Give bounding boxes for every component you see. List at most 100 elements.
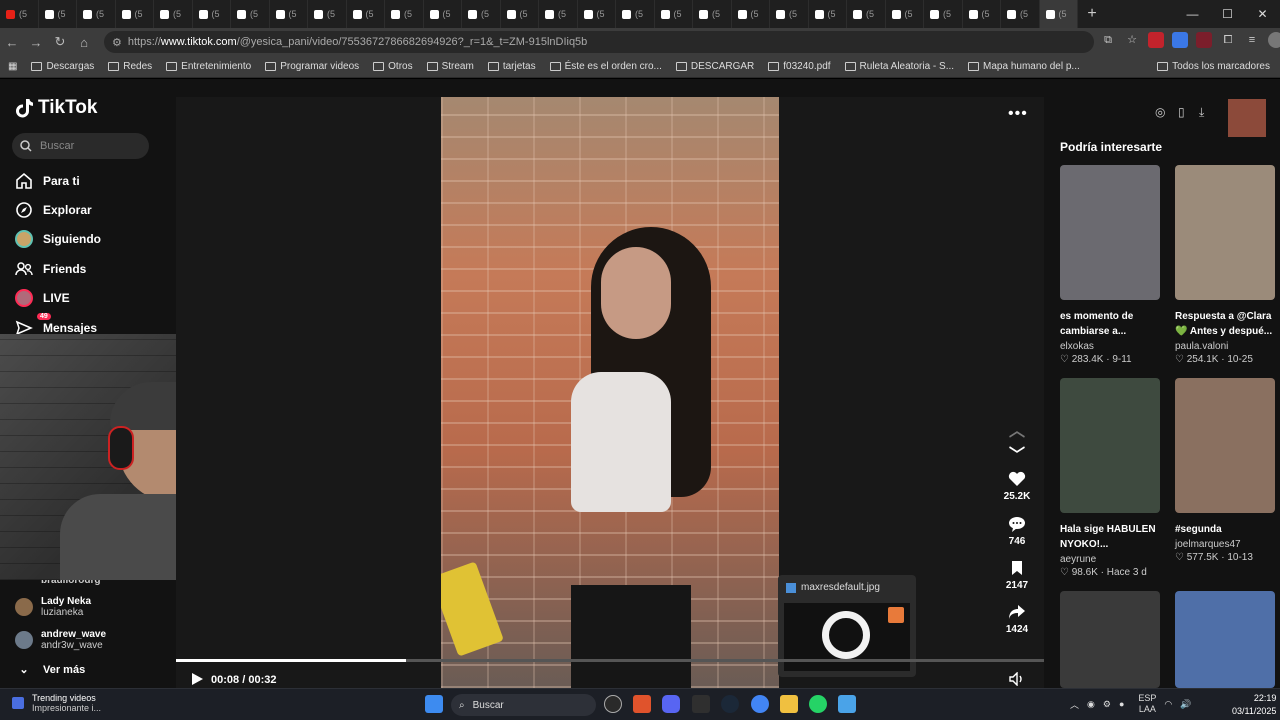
recommendation-card[interactable] xyxy=(1175,591,1275,688)
back-icon[interactable]: ← xyxy=(0,35,24,50)
nav-explorar[interactable]: Explorar xyxy=(15,201,92,219)
photos-icon[interactable] xyxy=(838,695,856,713)
discord-icon[interactable] xyxy=(662,695,680,713)
browser-tab[interactable]: (5 xyxy=(809,0,847,28)
browser-tab[interactable]: (5 xyxy=(924,0,963,28)
browser-tab[interactable]: (5 xyxy=(154,0,193,28)
site-info-icon[interactable]: ⚙ xyxy=(112,36,122,49)
browser-tab[interactable]: (5 xyxy=(886,0,924,28)
bookmark-item[interactable]: Entretenimiento xyxy=(166,61,251,72)
browser-tab[interactable]: (5 xyxy=(732,0,770,28)
search-input[interactable]: Buscar xyxy=(12,133,149,159)
language-indicator[interactable]: ESP LAA xyxy=(1138,693,1156,715)
media-icon[interactable]: ≡ xyxy=(1244,32,1260,48)
preview-close-icon[interactable] xyxy=(888,607,904,623)
nav-siguiendo[interactable]: Siguiendo xyxy=(15,230,101,248)
wifi-icon[interactable]: ◠ xyxy=(1164,699,1172,710)
tray-app-icon[interactable]: ◉ xyxy=(1087,699,1095,710)
profile-icon[interactable] xyxy=(1268,32,1280,48)
profile-avatar[interactable] xyxy=(1228,99,1266,137)
coin-icon[interactable]: ◎ xyxy=(1155,105,1165,119)
recommendation-card[interactable]: Respuesta a @Clara 💚 Antes y despué... pa… xyxy=(1175,165,1275,365)
nav-live[interactable]: LIVE xyxy=(15,289,70,307)
next-video-button[interactable]: ﹀ xyxy=(1000,441,1034,469)
video-player[interactable] xyxy=(441,97,779,688)
phone-icon[interactable]: ▯ xyxy=(1178,105,1185,119)
bookmark-item[interactable]: Ruleta Aleatoria - S... xyxy=(844,61,954,72)
tiktok-logo[interactable]: TikTok xyxy=(16,97,97,119)
recommendation-card[interactable]: es momento de cambiarse a... elxokas ♡ 283… xyxy=(1060,165,1160,365)
comments-button[interactable]: 746 xyxy=(1000,516,1034,547)
obs-icon[interactable] xyxy=(604,695,622,713)
bookmark-item[interactable]: Mapa humano del p... xyxy=(968,61,1080,72)
install-app-icon[interactable]: ⧉ xyxy=(1100,32,1116,48)
all-bookmarks[interactable]: Todos los marcadores xyxy=(1157,61,1270,72)
like-button[interactable]: 25.2K xyxy=(1000,471,1034,502)
home-icon[interactable]: ⌂ xyxy=(72,35,96,50)
bookmark-item[interactable]: DESCARGAR xyxy=(675,61,754,72)
windows-start-icon[interactable] xyxy=(425,695,443,713)
address-bar[interactable]: ⚙ https://www.tiktok.com/@yesica_pani/vi… xyxy=(104,31,1094,53)
chrome-icon[interactable] xyxy=(751,695,769,713)
recommendation-card[interactable] xyxy=(1060,591,1160,688)
minimize-button[interactable]: — xyxy=(1175,0,1210,28)
browser-tab[interactable]: (5 xyxy=(39,0,77,28)
brave-icon[interactable] xyxy=(633,695,651,713)
translate-icon[interactable] xyxy=(1172,32,1188,48)
extension-maroon-icon[interactable] xyxy=(1196,32,1212,48)
more-options-icon[interactable]: ••• xyxy=(1008,105,1028,123)
browser-tab[interactable]: (5 xyxy=(963,0,1001,28)
browser-tab[interactable]: (5 xyxy=(116,0,154,28)
download-icon[interactable]: ⤓ xyxy=(1199,105,1204,120)
browser-tab[interactable]: (5 xyxy=(385,0,424,28)
tray-app-icon-2[interactable]: ⚙ xyxy=(1103,699,1111,710)
browser-tab[interactable]: (5 xyxy=(693,0,732,28)
browser-tab[interactable]: (5 xyxy=(0,0,39,28)
bookmark-item[interactable]: Otros xyxy=(373,61,413,72)
bookmark-item[interactable]: Descargas xyxy=(31,61,94,72)
close-window-button[interactable]: ✕ xyxy=(1245,0,1280,28)
bookmark-item[interactable]: Programar videos xyxy=(265,61,359,72)
browser-tab[interactable]: (5 xyxy=(424,0,462,28)
save-button[interactable]: 2147 xyxy=(1000,560,1034,591)
apps-grid-icon[interactable]: ▦ xyxy=(8,61,17,72)
volume-icon[interactable]: 🔊 xyxy=(1180,699,1191,710)
nav-friends[interactable]: Friends xyxy=(15,260,86,278)
bookmark-star-icon[interactable]: ☆ xyxy=(1124,32,1140,48)
following-item[interactable]: andrew_wave andr3w_wave xyxy=(15,629,106,651)
browser-tab[interactable]: (5 xyxy=(308,0,347,28)
browser-tab[interactable]: (5 xyxy=(655,0,693,28)
progress-bar[interactable] xyxy=(176,659,1044,662)
browser-tab[interactable]: (5 xyxy=(77,0,116,28)
browser-tab[interactable]: (5 xyxy=(270,0,308,28)
bookmark-item[interactable]: Stream xyxy=(426,61,474,72)
maximize-button[interactable]: ☐ xyxy=(1210,0,1245,28)
bookmark-item[interactable]: Éste es el orden cro... xyxy=(549,61,662,72)
browser-tab[interactable]: (5 xyxy=(616,0,655,28)
browser-tab[interactable]: (5 xyxy=(347,0,385,28)
browser-tab[interactable]: (5 xyxy=(847,0,886,28)
tray-mic-icon[interactable]: ● xyxy=(1119,699,1124,709)
following-item[interactable]: Lady Neka luzianeka xyxy=(15,596,91,618)
browser-tab[interactable]: (5 xyxy=(1001,0,1040,28)
bookmark-item[interactable]: Redes xyxy=(108,61,152,72)
epic-games-icon[interactable] xyxy=(692,695,710,713)
browser-tab[interactable]: (5 xyxy=(539,0,578,28)
share-button[interactable]: 1424 xyxy=(1000,604,1034,635)
whatsapp-icon[interactable] xyxy=(809,695,827,713)
see-more-button[interactable]: ⌄ Ver más xyxy=(15,663,85,677)
extension-red-icon[interactable] xyxy=(1148,32,1164,48)
reload-icon[interactable]: ↻ xyxy=(48,34,72,50)
chevron-up-icon[interactable]: ︿ xyxy=(1070,698,1079,711)
steam-icon[interactable] xyxy=(721,695,739,713)
forward-icon[interactable]: → xyxy=(24,35,48,50)
extensions-puzzle-icon[interactable]: ⧠ xyxy=(1220,32,1236,48)
browser-tab[interactable]: (5 xyxy=(1039,0,1078,28)
browser-tab[interactable]: (5 xyxy=(578,0,616,28)
taskbar-clock[interactable]: 22:19 03/11/2025 xyxy=(1232,692,1276,718)
recommendation-card[interactable]: #segunda joelmarques47 ♡ 577.5K · 10-13 xyxy=(1175,378,1275,563)
recommendation-card[interactable]: Hala sige HABULEN NYOKO!... aeyrune ♡ 98.6… xyxy=(1060,378,1160,578)
bookmark-item[interactable]: tarjetas xyxy=(487,61,536,72)
browser-tab[interactable]: (5 xyxy=(501,0,539,28)
taskbar-search[interactable]: ⌕ Buscar xyxy=(451,694,596,716)
